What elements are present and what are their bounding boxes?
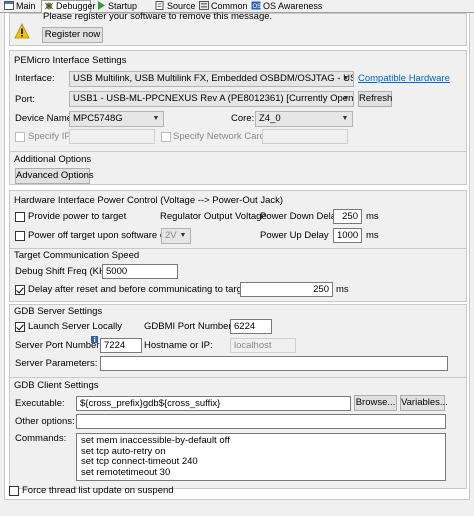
core-label: Core: [231, 113, 255, 124]
provide-power-checkbox[interactable] [15, 212, 25, 222]
hostname-label: Hostname or IP: [144, 340, 213, 351]
register-now-button[interactable]: Register now [42, 27, 103, 43]
additional-options-group: Additional Options Advanced Options [9, 151, 467, 185]
browse-button[interactable]: Browse... [354, 395, 397, 411]
interface-label: Interface: [15, 73, 55, 84]
gdb-client-title: GDB Client Settings [14, 380, 99, 391]
register-group: Please register your software to remove … [9, 11, 467, 46]
info-icon [91, 336, 98, 343]
force-thread-label: Force thread list update on suspend [22, 485, 174, 496]
additional-options-title: Additional Options [14, 154, 92, 165]
power-off-exit-checkbox[interactable] [15, 231, 25, 241]
tab-main[interactable]: Main [2, 1, 38, 13]
server-port-label: Server Port Number: [15, 340, 103, 351]
specify-nic-label: Specify Network Card IP [173, 131, 277, 142]
debugger-bug-icon [44, 1, 54, 10]
specify-ip-label: Specify IP [28, 131, 71, 142]
launch-server-checkbox[interactable] [15, 322, 25, 332]
command-line: set mem inaccessible-by-default off [81, 435, 230, 446]
command-line: set remotetimeout 30 [81, 466, 171, 478]
power-down-ms-label: ms [366, 211, 379, 222]
source-icon [155, 1, 165, 10]
main-tab-icon [4, 1, 14, 10]
executable-label: Executable: [15, 398, 65, 409]
server-params-input[interactable] [100, 356, 448, 371]
device-name-label: Device Name: [15, 113, 75, 124]
os-awareness-icon: OS [251, 1, 261, 10]
debugger-panel: Please register your software to remove … [4, 11, 470, 500]
chevron-down-icon: ▼ [152, 115, 160, 122]
advanced-options-button[interactable]: Advanced Options [15, 168, 94, 184]
debug-shift-input[interactable]: 5000 [102, 264, 178, 279]
gdb-client-group: GDB Client Settings Executable: ${cross_… [9, 377, 467, 489]
launch-server-label: Launch Server Locally [28, 321, 122, 332]
power-control-group: Hardware Interface Power Control (Voltag… [9, 190, 467, 257]
delay-ms-label: ms [336, 284, 349, 295]
svg-text:OS: OS [253, 4, 262, 10]
warning-icon [14, 23, 30, 39]
executable-input[interactable]: ${cross_prefix}gdb${cross_suffix} [76, 396, 351, 411]
gdbmi-port-input[interactable]: 6224 [230, 319, 272, 334]
nic-ip-field[interactable] [262, 129, 348, 144]
commands-label: Commands: [15, 433, 67, 444]
hostname-input[interactable]: localhost [230, 338, 296, 353]
chevron-down-icon: ▼ [342, 95, 350, 102]
port-select[interactable]: USB1 - USB-ML-PPCNEXUS Rev A (PE8012361)… [69, 91, 354, 107]
power-up-ms-label: ms [366, 230, 379, 241]
variables-button[interactable]: Variables... [400, 395, 448, 411]
specify-nic-checkbox[interactable] [161, 132, 171, 142]
register-message: Please register your software to remove … [43, 11, 273, 22]
power-down-delay-input[interactable]: 250 [333, 209, 362, 224]
other-options-label: Other options: [15, 416, 75, 427]
gdb-server-title: GDB Server Settings [14, 306, 103, 317]
debug-shift-label: Debug Shift Freq (KHz) [15, 266, 114, 277]
chevron-down-icon: ▼ [342, 75, 350, 82]
core-select[interactable]: Z4_0 ▼ [255, 111, 353, 127]
power-control-title: Hardware Interface Power Control (Voltag… [14, 195, 284, 206]
pemicro-title: PEMicro Interface Settings [14, 55, 127, 66]
comm-speed-title: Target Communication Speed [14, 250, 140, 261]
power-off-exit-label: Power off target upon software exit [28, 230, 175, 241]
power-up-delay-input[interactable]: 1000 [333, 228, 362, 243]
commands-textarea[interactable]: set mem inaccessible-by-default off set … [76, 433, 446, 481]
server-params-label: Server Parameters: [15, 358, 98, 369]
gdbmi-port-label: GDBMI Port Number: [144, 321, 235, 332]
startup-play-icon [96, 1, 106, 10]
common-icon [199, 1, 209, 10]
interface-select[interactable]: USB Multilink, USB Multilink FX, Embedde… [69, 71, 354, 87]
server-port-input[interactable]: 7224 [100, 338, 142, 353]
chevron-down-icon: ▼ [179, 232, 187, 239]
power-down-delay-label: Power Down Delay [260, 211, 341, 222]
regulator-voltage-label: Regulator Output Voltage [160, 211, 267, 222]
other-options-input[interactable] [76, 414, 446, 429]
pemicro-group: PEMicro Interface Settings Interface: US… [9, 50, 467, 157]
delay-after-reset-label: Delay after reset and before communicati… [28, 284, 264, 295]
compatible-hardware-link[interactable]: Compatible Hardware [358, 73, 450, 84]
refresh-button[interactable]: Refresh [358, 91, 392, 107]
delay-after-reset-input[interactable]: 250 [240, 282, 333, 297]
power-up-delay-label: Power Up Delay [260, 230, 329, 241]
device-name-select[interactable]: MPC5748G ▼ [69, 111, 164, 127]
force-thread-checkbox[interactable] [9, 486, 19, 496]
ip-field[interactable] [69, 129, 155, 144]
specify-ip-checkbox[interactable] [15, 132, 25, 142]
comm-speed-group: Target Communication Speed Debug Shift F… [9, 248, 467, 302]
port-label: Port: [15, 94, 36, 105]
provide-power-label: Provide power to target [28, 211, 127, 222]
chevron-down-icon: ▼ [341, 115, 349, 122]
gdb-server-group: GDB Server Settings Launch Server Locall… [9, 304, 467, 379]
command-line: set tcp connect-timeout 240 [81, 456, 198, 467]
voltage-select[interactable]: 2V ▼ [161, 228, 191, 244]
delay-after-reset-checkbox[interactable] [15, 285, 25, 295]
